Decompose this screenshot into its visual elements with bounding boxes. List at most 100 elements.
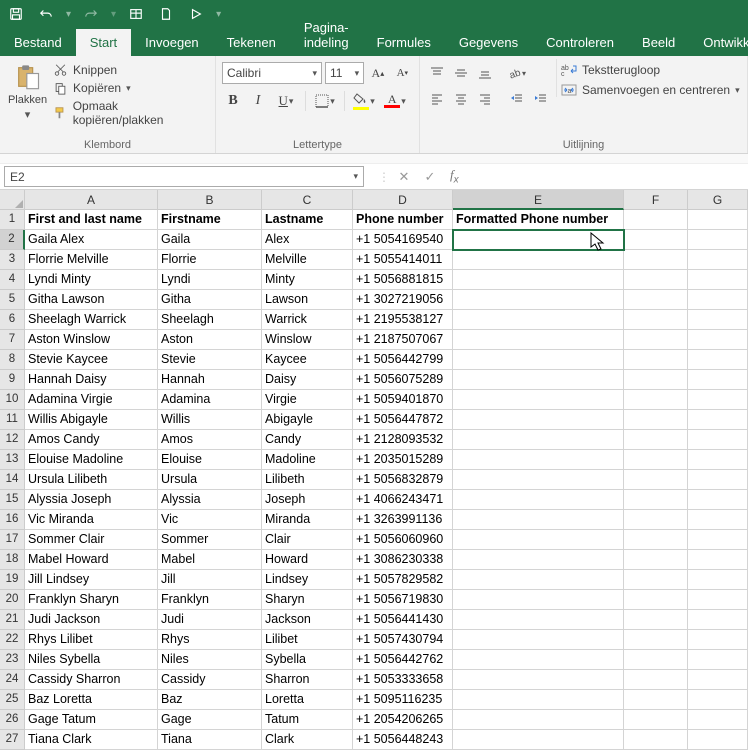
data-cell[interactable]: Sommer	[158, 530, 262, 550]
data-cell[interactable]: +1 5057430794	[353, 630, 453, 650]
row-header[interactable]: 11	[0, 410, 25, 430]
data-cell[interactable]	[624, 250, 688, 270]
font-family-select[interactable]: Calibri▾	[222, 62, 322, 84]
align-top-icon[interactable]	[426, 62, 448, 84]
data-cell[interactable]: Stevie	[158, 350, 262, 370]
data-cell[interactable]	[688, 270, 748, 290]
data-cell[interactable]: +1 2195538127	[353, 310, 453, 330]
data-cell[interactable]	[624, 590, 688, 610]
data-cell[interactable]: Willis Abigayle	[25, 410, 158, 430]
data-cell[interactable]: Cassidy	[158, 670, 262, 690]
data-cell[interactable]: Elouise	[158, 450, 262, 470]
align-center-icon[interactable]	[450, 88, 472, 110]
data-cell[interactable]: Stevie Kaycee	[25, 350, 158, 370]
data-cell[interactable]: Sheelagh Warrick	[25, 310, 158, 330]
column-header[interactable]: E	[453, 190, 624, 210]
data-cell[interactable]: Franklyn	[158, 590, 262, 610]
data-cell[interactable]: Aston Winslow	[25, 330, 158, 350]
data-cell[interactable]: +1 5056881815	[353, 270, 453, 290]
paste-button[interactable]: Plakken ▾	[6, 59, 49, 121]
data-cell[interactable]: Judi	[158, 610, 262, 630]
data-cell[interactable]: +1 2128093532	[353, 430, 453, 450]
data-cell[interactable]	[688, 230, 748, 250]
data-cell[interactable]: Minty	[262, 270, 353, 290]
row-header[interactable]: 12	[0, 430, 25, 450]
data-cell[interactable]: Florrie	[158, 250, 262, 270]
copy-button[interactable]: Kopiëren ▾	[53, 81, 209, 95]
data-cell[interactable]: +1 5056060960	[353, 530, 453, 550]
data-cell[interactable]: Tiana Clark	[25, 730, 158, 750]
align-bottom-icon[interactable]	[474, 62, 496, 84]
data-cell[interactable]	[453, 250, 624, 270]
data-cell[interactable]	[624, 510, 688, 530]
data-cell[interactable]	[453, 370, 624, 390]
row-header[interactable]: 13	[0, 450, 25, 470]
data-cell[interactable]: Cassidy Sharron	[25, 670, 158, 690]
row-header[interactable]: 19	[0, 570, 25, 590]
font-size-select[interactable]: 11▾	[325, 62, 364, 84]
row-header[interactable]: 7	[0, 330, 25, 350]
data-cell[interactable]	[688, 530, 748, 550]
data-cell[interactable]	[688, 330, 748, 350]
data-cell[interactable]	[688, 250, 748, 270]
data-cell[interactable]	[624, 530, 688, 550]
data-cell[interactable]: Elouise Madoline	[25, 450, 158, 470]
play-icon[interactable]	[184, 2, 208, 26]
column-header[interactable]: A	[25, 190, 158, 210]
data-cell[interactable]: +1 5056442799	[353, 350, 453, 370]
tab-tekenen[interactable]: Tekenen	[213, 29, 290, 56]
data-cell[interactable]	[624, 570, 688, 590]
data-cell[interactable]	[688, 670, 748, 690]
data-cell[interactable]: Warrick	[262, 310, 353, 330]
decrease-font-icon[interactable]: A▾	[392, 62, 413, 84]
data-cell[interactable]	[624, 370, 688, 390]
row-header[interactable]: 1	[0, 210, 25, 230]
data-cell[interactable]	[688, 290, 748, 310]
data-cell[interactable]	[453, 550, 624, 570]
tab-start[interactable]: Start	[76, 29, 131, 56]
name-box[interactable]: E2▾	[4, 166, 364, 187]
data-cell[interactable]: Lawson	[262, 290, 353, 310]
data-cell[interactable]: Gage	[158, 710, 262, 730]
data-cell[interactable]	[688, 310, 748, 330]
tab-formules[interactable]: Formules	[363, 29, 445, 56]
data-cell[interactable]: Adamina Virgie	[25, 390, 158, 410]
data-cell[interactable]	[624, 410, 688, 430]
data-cell[interactable]	[453, 410, 624, 430]
data-cell[interactable]	[624, 470, 688, 490]
row-header[interactable]: 23	[0, 650, 25, 670]
data-cell[interactable]: +1 5053333658	[353, 670, 453, 690]
data-cell[interactable]	[453, 650, 624, 670]
data-cell[interactable]: Vic	[158, 510, 262, 530]
data-cell[interactable]	[453, 390, 624, 410]
data-cell[interactable]: +1 2035015289	[353, 450, 453, 470]
decrease-indent-icon[interactable]	[506, 88, 528, 110]
data-cell[interactable]: Candy	[262, 430, 353, 450]
formula-input[interactable]	[469, 166, 748, 187]
data-cell[interactable]	[453, 350, 624, 370]
data-cell[interactable]: Rhys	[158, 630, 262, 650]
page-icon[interactable]	[154, 2, 178, 26]
row-header[interactable]: 5	[0, 290, 25, 310]
data-cell[interactable]: Ursula Lilibeth	[25, 470, 158, 490]
data-cell[interactable]: Aston	[158, 330, 262, 350]
data-cell[interactable]: Sybella	[262, 650, 353, 670]
column-header[interactable]: G	[688, 190, 748, 210]
header-cell[interactable]	[688, 210, 748, 230]
data-cell[interactable]: Vic Miranda	[25, 510, 158, 530]
tab-invoegen[interactable]: Invoegen	[131, 29, 213, 56]
column-header[interactable]: C	[262, 190, 353, 210]
row-header[interactable]: 8	[0, 350, 25, 370]
data-cell[interactable]: +1 5055414011	[353, 250, 453, 270]
data-cell[interactable]: Lilibet	[262, 630, 353, 650]
data-cell[interactable]: +1 5056832879	[353, 470, 453, 490]
data-cell[interactable]	[624, 230, 688, 250]
data-cell[interactable]: Mabel Howard	[25, 550, 158, 570]
data-cell[interactable]: Gage Tatum	[25, 710, 158, 730]
data-cell[interactable]: Sheelagh	[158, 310, 262, 330]
data-cell[interactable]: Judi Jackson	[25, 610, 158, 630]
data-cell[interactable]	[453, 330, 624, 350]
data-cell[interactable]	[453, 590, 624, 610]
format-painter-button[interactable]: Opmaak kopiëren/plakken	[53, 99, 209, 127]
row-header[interactable]: 9	[0, 370, 25, 390]
